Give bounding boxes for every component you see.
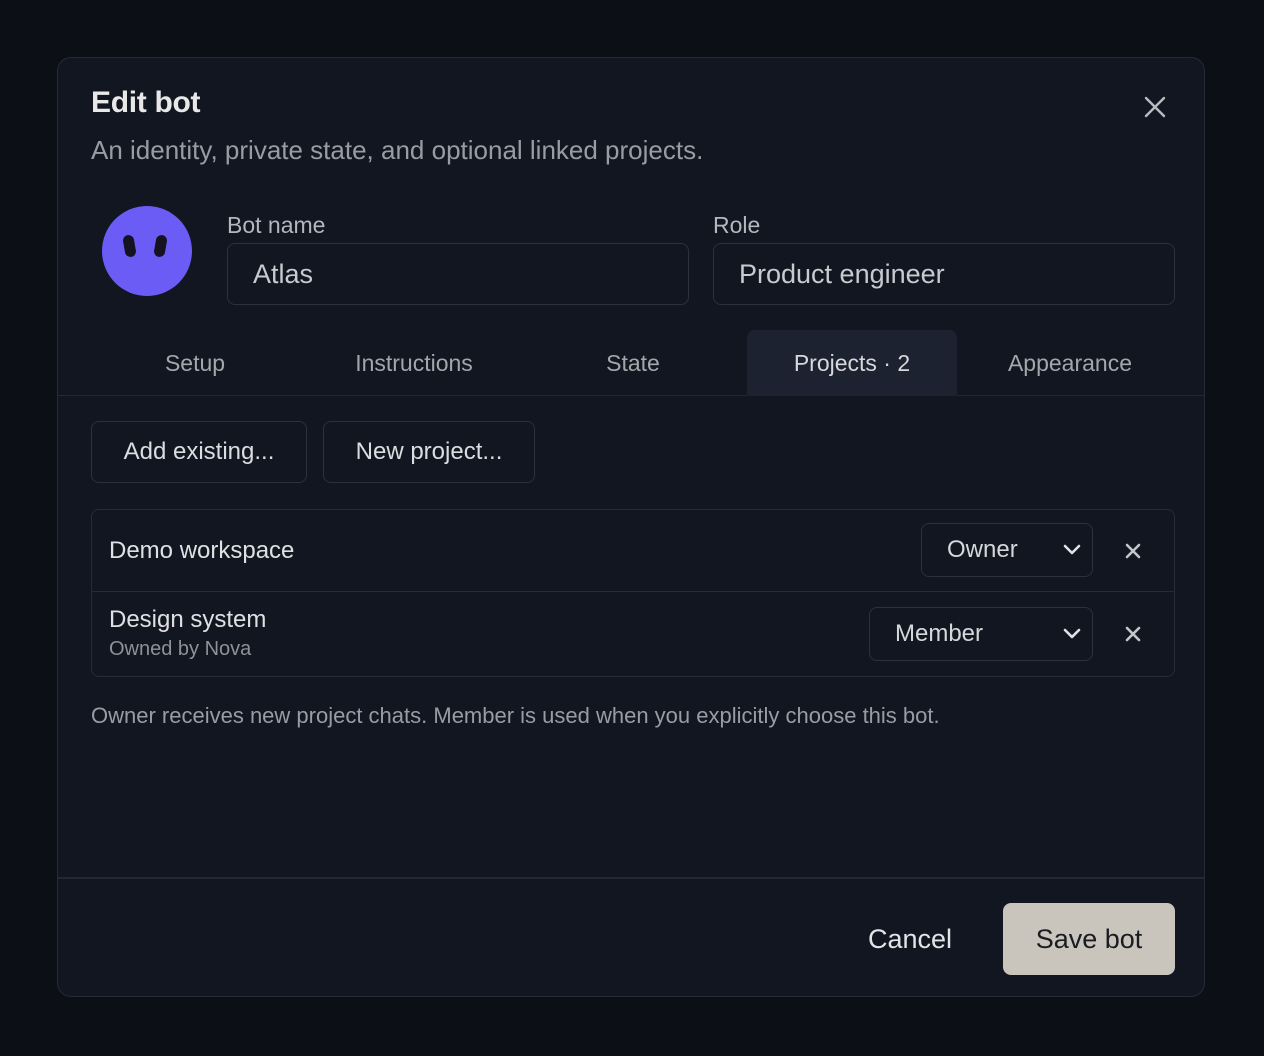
- tab-state[interactable]: State: [528, 330, 738, 396]
- tab-instructions[interactable]: Instructions: [309, 330, 519, 396]
- project-list: Demo workspace Owner Design system Owned…: [91, 509, 1175, 677]
- remove-project-button[interactable]: [1119, 620, 1147, 648]
- project-name: Design system: [109, 606, 267, 633]
- project-name: Demo workspace: [109, 537, 295, 564]
- add-existing-button[interactable]: Add existing...: [91, 421, 307, 483]
- project-owner-note: Owned by Nova: [109, 638, 252, 660]
- tab-bar: Setup Instructions State Projects · 2 Ap…: [58, 330, 1204, 396]
- role-select-value: Member: [895, 620, 984, 647]
- tab-appearance[interactable]: Appearance: [965, 330, 1175, 396]
- dialog-subtitle: An identity, private state, and optional…: [91, 135, 704, 165]
- remove-project-button[interactable]: [1119, 537, 1147, 565]
- chevron-down-icon: [1063, 628, 1081, 639]
- close-icon: [1125, 543, 1141, 559]
- role-select[interactable]: Owner: [921, 523, 1093, 577]
- close-icon: [1144, 96, 1166, 118]
- bot-face-icon: [123, 235, 167, 257]
- new-project-button[interactable]: New project...: [323, 421, 535, 483]
- tab-projects[interactable]: Projects · 2: [747, 330, 957, 396]
- role-label: Role: [713, 212, 761, 238]
- footer-divider: [58, 877, 1204, 879]
- role-input[interactable]: [713, 243, 1175, 305]
- cancel-button[interactable]: Cancel: [850, 903, 970, 975]
- list-item: Demo workspace Owner: [92, 510, 1174, 592]
- dialog-title: Edit bot: [91, 86, 201, 119]
- role-select[interactable]: Member: [869, 607, 1093, 661]
- avatar[interactable]: [102, 206, 192, 296]
- close-button[interactable]: [1138, 90, 1172, 124]
- close-icon: [1125, 626, 1141, 642]
- save-bot-button[interactable]: Save bot: [1003, 903, 1175, 975]
- bot-name-label: Bot name: [227, 212, 326, 238]
- tab-setup[interactable]: Setup: [90, 330, 300, 396]
- chevron-down-icon: [1063, 544, 1081, 555]
- edit-bot-dialog: Edit bot An identity, private state, and…: [57, 57, 1205, 997]
- list-item: Design system Owned by Nova Member: [92, 592, 1174, 676]
- role-select-value: Owner: [947, 536, 1018, 563]
- bot-name-input[interactable]: [227, 243, 689, 305]
- role-hint-text: Owner receives new project chats. Member…: [91, 703, 940, 728]
